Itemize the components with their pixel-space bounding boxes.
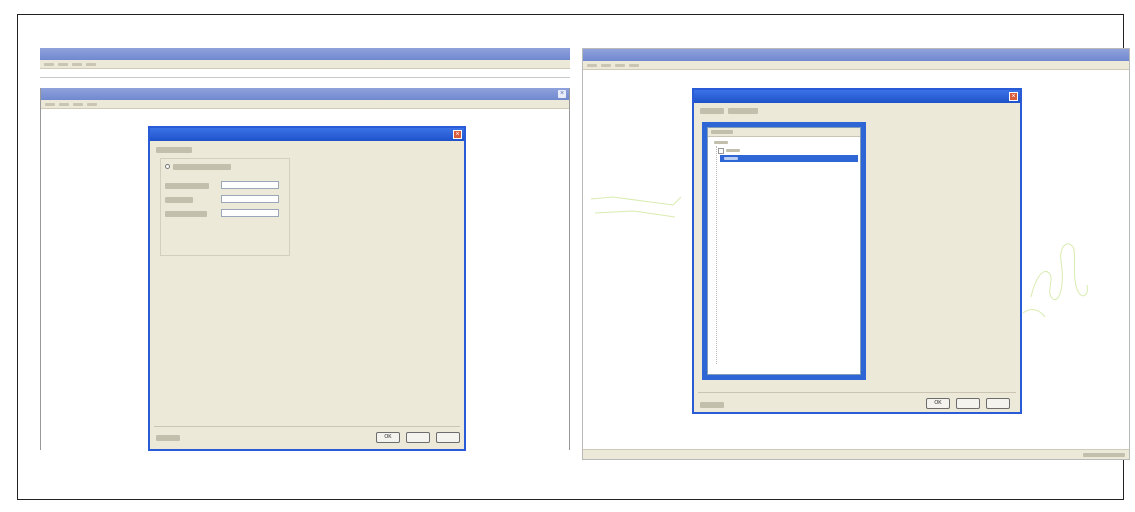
options-group [160, 158, 290, 256]
menu-item[interactable] [615, 63, 625, 67]
tree-expander-icon[interactable] [718, 148, 724, 154]
menu-item[interactable] [587, 63, 597, 67]
left-window-top-titlebar[interactable] [40, 48, 570, 60]
sketch-curve-right-2 [1022, 309, 1046, 318]
cancel-button[interactable] [956, 398, 980, 409]
tree-list[interactable] [707, 127, 861, 375]
ok-button[interactable]: OK [376, 432, 400, 443]
right-window-titlebar[interactable] [583, 49, 1129, 61]
tree-item[interactable] [718, 147, 758, 154]
sketch-line-left [590, 196, 682, 206]
apply-button[interactable] [986, 398, 1010, 409]
close-icon[interactable]: × [558, 90, 566, 98]
menu-item[interactable] [45, 102, 55, 106]
dialog-footer-divider [698, 392, 1016, 393]
statusbar-text-placeholder [1083, 453, 1125, 457]
dialog-footer-divider [154, 426, 460, 427]
radio-label-placeholder [173, 164, 231, 170]
left-window-main-titlebar[interactable]: × [41, 88, 569, 100]
left-app-window-top [40, 48, 570, 88]
menu-item[interactable] [86, 62, 96, 66]
radio-button[interactable] [165, 164, 170, 169]
tree-guide-line [716, 146, 717, 364]
tree-header-placeholder [711, 130, 733, 134]
left-window-main-menubar [41, 100, 569, 109]
field-label [165, 183, 209, 189]
close-icon[interactable]: × [453, 130, 462, 139]
left-settings-dialog: × OK [148, 126, 466, 451]
apply-button[interactable] [436, 432, 460, 443]
tree-item[interactable] [712, 139, 752, 146]
tree-panel-frame [702, 122, 866, 380]
menu-item[interactable] [59, 102, 69, 106]
menu-item[interactable] [629, 63, 639, 67]
right-select-dialog: × OK [692, 88, 1022, 414]
menu-item[interactable] [58, 62, 68, 66]
menu-item[interactable] [87, 102, 97, 106]
dialog-heading-placeholder [156, 147, 192, 153]
status-text [700, 402, 724, 408]
dialog-titlebar[interactable] [150, 128, 464, 141]
tree-item-selected[interactable] [720, 155, 858, 162]
tree-item-placeholder [724, 157, 738, 160]
dialog-titlebar[interactable] [694, 90, 1020, 103]
menu-item[interactable] [73, 102, 83, 106]
statusbar [583, 449, 1129, 459]
field-label [165, 211, 207, 217]
path-value [728, 108, 758, 114]
field-input-1[interactable] [221, 181, 279, 189]
toolbar-strip [40, 70, 570, 78]
sketch-curve-right [1030, 243, 1088, 301]
sketch-line-left-2 [594, 210, 676, 218]
menu-item[interactable] [601, 63, 611, 67]
tree-item-placeholder [726, 149, 740, 152]
ok-button[interactable]: OK [926, 398, 950, 409]
field-input-2[interactable] [221, 195, 279, 203]
tree-header [708, 128, 860, 137]
tree-item-placeholder [714, 141, 728, 144]
field-label [165, 197, 193, 203]
status-text [156, 435, 180, 441]
left-window-top-menubar [40, 60, 570, 69]
menu-item[interactable] [72, 62, 82, 66]
cancel-button[interactable] [406, 432, 430, 443]
right-window-menubar [583, 61, 1129, 70]
path-label [700, 108, 724, 114]
field-input-3[interactable] [221, 209, 279, 217]
close-icon[interactable]: × [1009, 92, 1018, 101]
menu-item[interactable] [44, 62, 54, 66]
